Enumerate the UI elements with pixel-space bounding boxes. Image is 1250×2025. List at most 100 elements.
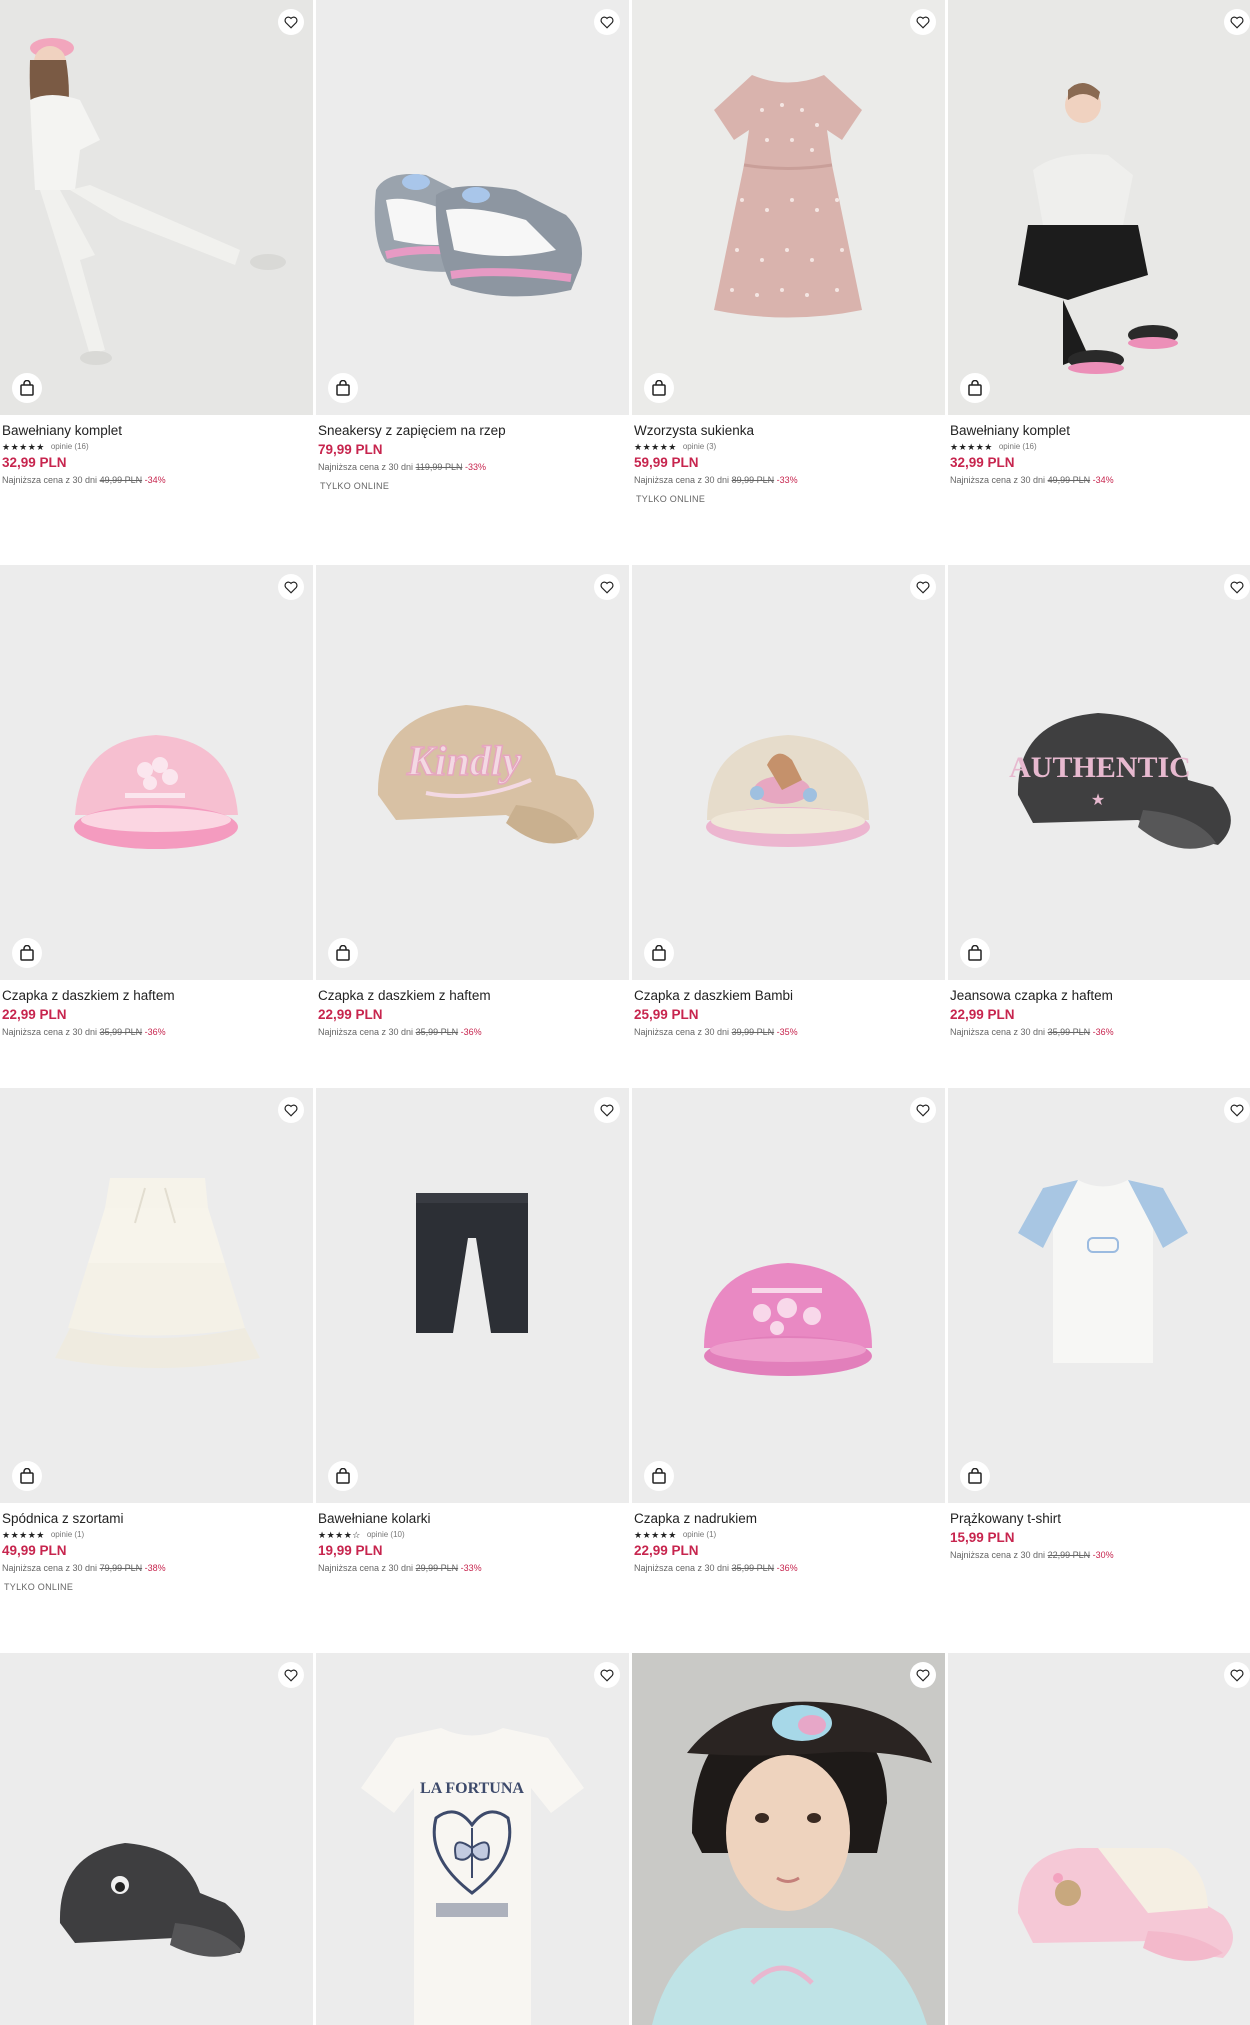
- product-price: 32,99 PLN: [2, 455, 67, 470]
- product-name[interactable]: Sneakersy z zapięciem na rzep: [318, 423, 627, 439]
- review-count[interactable]: opinie (10): [367, 1530, 405, 1540]
- product-card[interactable]: Bawełniany komplet ★★★★★ opinie (16) 32,…: [948, 0, 1250, 504]
- product-image[interactable]: [948, 1653, 1250, 2025]
- product-card[interactable]: AUTHENTIC ★ Jeansowa czapka z haftem 22,…: [948, 565, 1250, 1038]
- add-to-favorites-button[interactable]: [594, 1097, 620, 1123]
- add-to-cart-button[interactable]: [12, 1461, 42, 1491]
- product-image[interactable]: [632, 1653, 945, 2025]
- product-card[interactable]: Kindly Czapka z daszkiem z haftem 22,99 …: [316, 565, 629, 1038]
- add-to-cart-button[interactable]: [644, 373, 674, 403]
- add-to-favorites-button[interactable]: [594, 1662, 620, 1688]
- add-to-favorites-button[interactable]: [278, 1097, 304, 1123]
- product-price: 15,99 PLN: [950, 1530, 1015, 1545]
- add-to-favorites-button[interactable]: [1224, 9, 1250, 35]
- product-price: 22,99 PLN: [2, 1007, 67, 1022]
- discount-badge: -38%: [144, 1563, 166, 1573]
- product-image[interactable]: [632, 0, 945, 415]
- add-to-favorites-button[interactable]: [1224, 574, 1250, 600]
- add-to-cart-button[interactable]: [644, 938, 674, 968]
- product-rating: ★★★★★ opinie (16): [950, 442, 1250, 452]
- shopping-bag-icon: [336, 945, 350, 961]
- review-count[interactable]: opinie (16): [51, 442, 89, 452]
- product-name[interactable]: Czapka z daszkiem Bambi: [634, 988, 943, 1004]
- product-image[interactable]: [316, 0, 629, 415]
- product-image[interactable]: [632, 565, 945, 980]
- product-card[interactable]: Bawełniany komplet ★★★★★ opinie (16) 32,…: [0, 0, 313, 504]
- product-name[interactable]: Wzorzysta sukienka: [634, 423, 943, 439]
- product-image[interactable]: [0, 565, 313, 980]
- add-to-favorites-button[interactable]: [910, 9, 936, 35]
- product-card[interactable]: [0, 1653, 313, 2025]
- shopping-bag-icon: [20, 1468, 34, 1484]
- product-name[interactable]: Spódnica z szortami: [2, 1511, 311, 1527]
- add-to-favorites-button[interactable]: [594, 9, 620, 35]
- old-price: 119,99 PLN: [415, 462, 463, 472]
- heart-icon: [916, 1669, 930, 1682]
- add-to-cart-button[interactable]: [644, 1461, 674, 1491]
- product-image[interactable]: [0, 1088, 313, 1503]
- add-to-favorites-button[interactable]: [910, 574, 936, 600]
- heart-icon: [284, 1104, 298, 1117]
- product-name[interactable]: Czapka z daszkiem z haftem: [2, 988, 311, 1004]
- black-denim-cap-photo: [0, 1653, 313, 2025]
- add-to-favorites-button[interactable]: [278, 574, 304, 600]
- product-card[interactable]: Czapka z nadrukiem ★★★★★ opinie (1) 22,9…: [632, 1088, 945, 1592]
- discount-badge: -36%: [144, 1027, 166, 1037]
- product-name[interactable]: Bawełniane kolarki: [318, 1511, 627, 1527]
- add-to-cart-button[interactable]: [12, 373, 42, 403]
- add-to-cart-button[interactable]: [960, 373, 990, 403]
- product-name[interactable]: Jeansowa czapka z haftem: [950, 988, 1250, 1004]
- add-to-cart-button[interactable]: [328, 373, 358, 403]
- product-image[interactable]: [316, 1088, 629, 1503]
- product-card[interactable]: Bawełniane kolarki ★★★★☆ opinie (10) 19,…: [316, 1088, 629, 1592]
- product-card[interactable]: Czapka z daszkiem z haftem 22,99 PLN Naj…: [0, 565, 313, 1038]
- add-to-cart-button[interactable]: [328, 1461, 358, 1491]
- product-image[interactable]: [632, 1088, 945, 1503]
- lowest-price-label: Najniższa cena z 30 dni: [2, 1027, 98, 1037]
- add-to-favorites-button[interactable]: [910, 1662, 936, 1688]
- lowest-price-label: Najniższa cena z 30 dni: [950, 1027, 1046, 1037]
- add-to-cart-button[interactable]: [12, 938, 42, 968]
- discount-badge: -36%: [460, 1027, 482, 1037]
- product-image[interactable]: [948, 0, 1250, 415]
- product-image[interactable]: Kindly: [316, 565, 629, 980]
- product-image[interactable]: [948, 1088, 1250, 1503]
- product-card[interactable]: Sneakersy z zapięciem na rzep 79,99 PLN …: [316, 0, 629, 504]
- old-price: 35,99 PLN: [415, 1027, 459, 1037]
- online-only-badge: TYLKO ONLINE: [320, 481, 390, 491]
- product-card[interactable]: Prążkowany t-shirt 15,99 PLN Najniższa c…: [948, 1088, 1250, 1592]
- product-image[interactable]: LA FORTUNA: [316, 1653, 629, 2025]
- product-card[interactable]: Spódnica z szortami ★★★★★ opinie (1) 49,…: [0, 1088, 313, 1592]
- review-count[interactable]: opinie (3): [683, 442, 716, 452]
- product-image[interactable]: [0, 1653, 313, 2025]
- product-card[interactable]: Czapka z daszkiem Bambi 25,99 PLN Najniż…: [632, 565, 945, 1038]
- product-name[interactable]: Bawełniany komplet: [2, 423, 311, 439]
- product-name[interactable]: Bawełniany komplet: [950, 423, 1250, 439]
- product-name[interactable]: Czapka z nadrukiem: [634, 1511, 943, 1527]
- product-card[interactable]: [948, 1653, 1250, 2025]
- review-count[interactable]: opinie (1): [683, 1530, 716, 1540]
- add-to-cart-button[interactable]: [960, 938, 990, 968]
- add-to-cart-button[interactable]: [960, 1461, 990, 1491]
- add-to-favorites-button[interactable]: [910, 1097, 936, 1123]
- add-to-favorites-button[interactable]: [594, 574, 620, 600]
- beige-cap-photo: Kindly: [316, 565, 629, 980]
- product-card[interactable]: Wzorzysta sukienka ★★★★★ opinie (3) 59,9…: [632, 0, 945, 504]
- product-image[interactable]: AUTHENTIC ★: [948, 565, 1250, 980]
- add-to-cart-button[interactable]: [328, 938, 358, 968]
- add-to-favorites-button[interactable]: [278, 1662, 304, 1688]
- review-count[interactable]: opinie (16): [999, 442, 1037, 452]
- add-to-favorites-button[interactable]: [1224, 1662, 1250, 1688]
- heart-icon: [916, 1104, 930, 1117]
- product-card[interactable]: [632, 1653, 945, 2025]
- discount-badge: -33%: [460, 1563, 482, 1573]
- lowest-price-label: Najniższa cena z 30 dni: [950, 1550, 1046, 1560]
- review-count[interactable]: opinie (1): [51, 1530, 84, 1540]
- product-image[interactable]: [0, 0, 313, 415]
- cap-embroidery-text: AUTHENTIC: [1009, 751, 1191, 784]
- product-card[interactable]: LA FORTUNA: [316, 1653, 629, 2025]
- product-name[interactable]: Prążkowany t-shirt: [950, 1511, 1250, 1527]
- add-to-favorites-button[interactable]: [1224, 1097, 1250, 1123]
- add-to-favorites-button[interactable]: [278, 9, 304, 35]
- product-name[interactable]: Czapka z daszkiem z haftem: [318, 988, 627, 1004]
